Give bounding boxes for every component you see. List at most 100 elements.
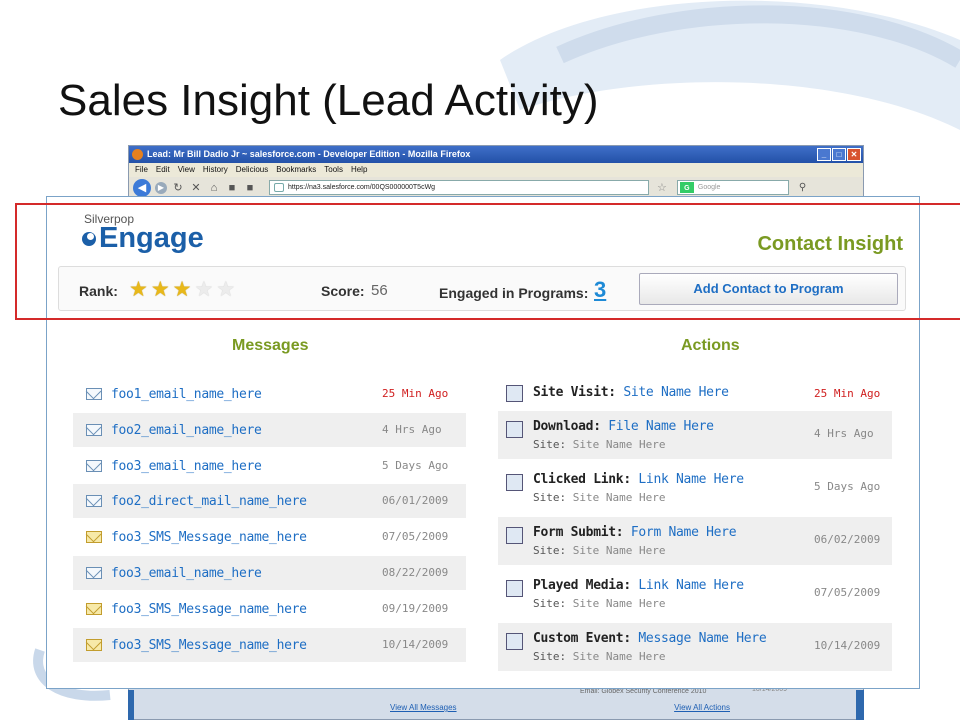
reload-icon[interactable]: ↻ (171, 181, 185, 195)
search-placeholder: Google (697, 184, 721, 191)
programs-count-link[interactable]: 3 (594, 277, 606, 303)
menu-bookmarks[interactable]: Bookmarks (276, 165, 316, 177)
message-row: foo3_email_name_here 08/22/2009 (73, 556, 466, 590)
action-site-value: Site Name Here (572, 544, 666, 557)
media-icon (506, 580, 523, 597)
action-row: Custom Event: Message Name Here Site: Sit… (498, 623, 892, 671)
url-input[interactable]: https://na3.salesforce.com/00QS000000T5c… (269, 180, 649, 195)
action-site-value: Site Name Here (572, 438, 666, 451)
star-empty-icon: ★ (216, 278, 236, 301)
action-link[interactable]: Form Name Here (631, 525, 737, 540)
message-name-link[interactable]: foo3_SMS_Message_name_here (111, 638, 307, 653)
action-title: Played Media: Link Name Here (533, 578, 744, 593)
bookmark-icon[interactable]: ■ (225, 181, 239, 195)
form-icon (506, 527, 523, 544)
action-link[interactable]: Site Name Here (623, 385, 729, 400)
menu-history[interactable]: History (203, 165, 228, 177)
action-time: 10/14/2009 (814, 639, 881, 652)
underlay-links: View All Messages View All Actions (390, 703, 730, 712)
contact-insight-heading: Contact Insight (757, 233, 903, 255)
menu-edit[interactable]: Edit (156, 165, 170, 177)
action-time: 5 Days Ago (814, 480, 881, 493)
action-link[interactable]: File Name Here (608, 419, 714, 434)
message-time: 09/19/2009 (382, 601, 449, 615)
message-name-link[interactable]: foo3_email_name_here (111, 566, 262, 581)
menu-bar: File Edit View History Delicious Bookmar… (129, 163, 863, 177)
action-row: Site Visit: Site Name Here 25 Min Ago (498, 377, 892, 411)
menu-view[interactable]: View (178, 165, 195, 177)
action-site: Site: Site Name Here (533, 491, 665, 504)
bookmark-star-icon[interactable]: ☆ (657, 181, 667, 194)
email-envelope-icon (86, 567, 102, 579)
engage-logo-icon (82, 231, 96, 246)
action-type: Site Visit: (533, 385, 616, 400)
home-icon[interactable]: ⌂ (207, 181, 221, 195)
message-row: foo3_SMS_Message_name_here 09/19/2009 (73, 592, 466, 626)
action-title: Site Visit: Site Name Here (533, 385, 729, 400)
action-link[interactable]: Link Name Here (638, 578, 744, 593)
stop-icon[interactable]: ✕ (189, 181, 203, 195)
view-all-messages-link[interactable]: View All Messages (390, 703, 457, 712)
action-type: Download: (533, 419, 601, 434)
action-row: Played Media: Link Name Here Site: Site N… (498, 570, 892, 618)
message-time: 07/05/2009 (382, 530, 449, 544)
menu-help[interactable]: Help (351, 165, 367, 177)
action-site-label: Site: (533, 544, 567, 557)
message-time: 4 Hrs Ago (382, 422, 442, 436)
action-site: Site: Site Name Here (533, 597, 665, 610)
search-input[interactable]: G Google (676, 180, 789, 195)
message-row: foo2_direct_mail_name_here 06/01/2009 (73, 484, 466, 519)
message-time: 10/14/2009 (382, 637, 449, 651)
maximize-button[interactable]: □ (832, 148, 846, 161)
action-title: Clicked Link: Link Name Here (533, 472, 744, 487)
engage-logo: Engage (82, 222, 204, 255)
action-link[interactable]: Link Name Here (638, 472, 744, 487)
message-name-link[interactable]: foo3_SMS_Message_name_here (111, 530, 307, 545)
message-name-link[interactable]: foo2_email_name_here (111, 423, 262, 438)
view-all-actions-link[interactable]: View All Actions (674, 703, 730, 712)
message-time: 5 Days Ago (382, 458, 449, 472)
forward-button[interactable]: ▶ (155, 181, 167, 194)
sms-envelope-icon (86, 602, 102, 615)
action-site-value: Site Name Here (572, 491, 666, 504)
message-name-link[interactable]: foo2_direct_mail_name_here (111, 494, 307, 509)
back-button[interactable]: ◀ (133, 178, 151, 197)
menu-file[interactable]: File (135, 165, 148, 177)
contact-summary-bar: Rank: ★ ★ ★ ★ ★ Score: 56 Engaged in Program… (58, 266, 906, 311)
action-row: Clicked Link: Link Name Here Site: Site N… (498, 464, 892, 512)
search-icon[interactable]: ⚲ (799, 182, 806, 193)
action-site-label: Site: (533, 650, 567, 663)
action-type: Custom Event: (533, 631, 631, 646)
messages-heading: Messages (232, 337, 309, 354)
site-identity-icon (274, 183, 284, 192)
action-link[interactable]: Message Name Here (638, 631, 766, 646)
message-row: foo3_SMS_Message_name_here 07/05/2009 (73, 520, 466, 554)
action-title: Form Submit: Form Name Here (533, 525, 737, 540)
message-name-link[interactable]: foo3_SMS_Message_name_here (111, 602, 307, 617)
message-name-link[interactable]: foo1_email_name_here (111, 387, 262, 402)
close-button[interactable]: ✕ (847, 148, 861, 161)
action-site-value: Site Name Here (572, 650, 666, 663)
menu-delicious[interactable]: Delicious (236, 165, 268, 177)
score-value: 56 (371, 282, 388, 299)
add-contact-to-program-button[interactable]: Add Contact to Program (639, 273, 898, 305)
minimize-button[interactable]: _ (817, 148, 831, 161)
star-filled-icon: ★ (150, 278, 170, 301)
message-time: 25 Min Ago (382, 387, 449, 400)
action-site-label: Site: (533, 438, 567, 451)
sms-envelope-icon (86, 638, 102, 651)
slide-title: Sales Insight (Lead Activity) (58, 76, 599, 125)
action-site: Site: Site Name Here (533, 650, 665, 663)
download-icon (506, 421, 523, 438)
menu-tools[interactable]: Tools (324, 165, 343, 177)
google-icon: G (679, 182, 694, 193)
page-icon[interactable]: ■ (243, 181, 257, 195)
window-title: Lead: Mr Bill Dadio Jr ~ salesforce.com … (147, 149, 471, 159)
salesforce-left-border (128, 690, 134, 720)
action-title: Download: File Name Here (533, 419, 714, 434)
action-type: Clicked Link: (533, 472, 631, 487)
action-title: Custom Event: Message Name Here (533, 631, 767, 646)
action-type: Played Media: (533, 578, 631, 593)
message-name-link[interactable]: foo3_email_name_here (111, 459, 262, 474)
message-row: foo2_email_name_here 4 Hrs Ago (73, 412, 466, 447)
